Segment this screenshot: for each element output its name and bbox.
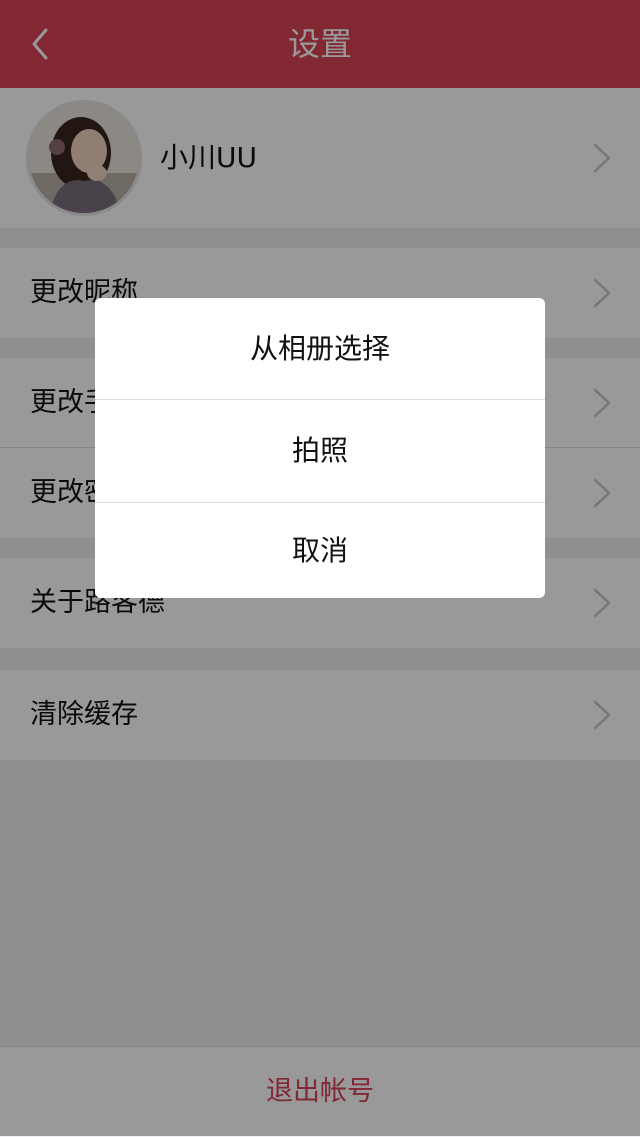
choose-from-album-button[interactable]: 从相册选择 <box>95 298 545 399</box>
cancel-button[interactable]: 取消 <box>95 503 545 598</box>
photo-action-sheet: 从相册选择 拍照 取消 <box>95 298 545 598</box>
take-photo-button[interactable]: 拍照 <box>95 400 545 502</box>
